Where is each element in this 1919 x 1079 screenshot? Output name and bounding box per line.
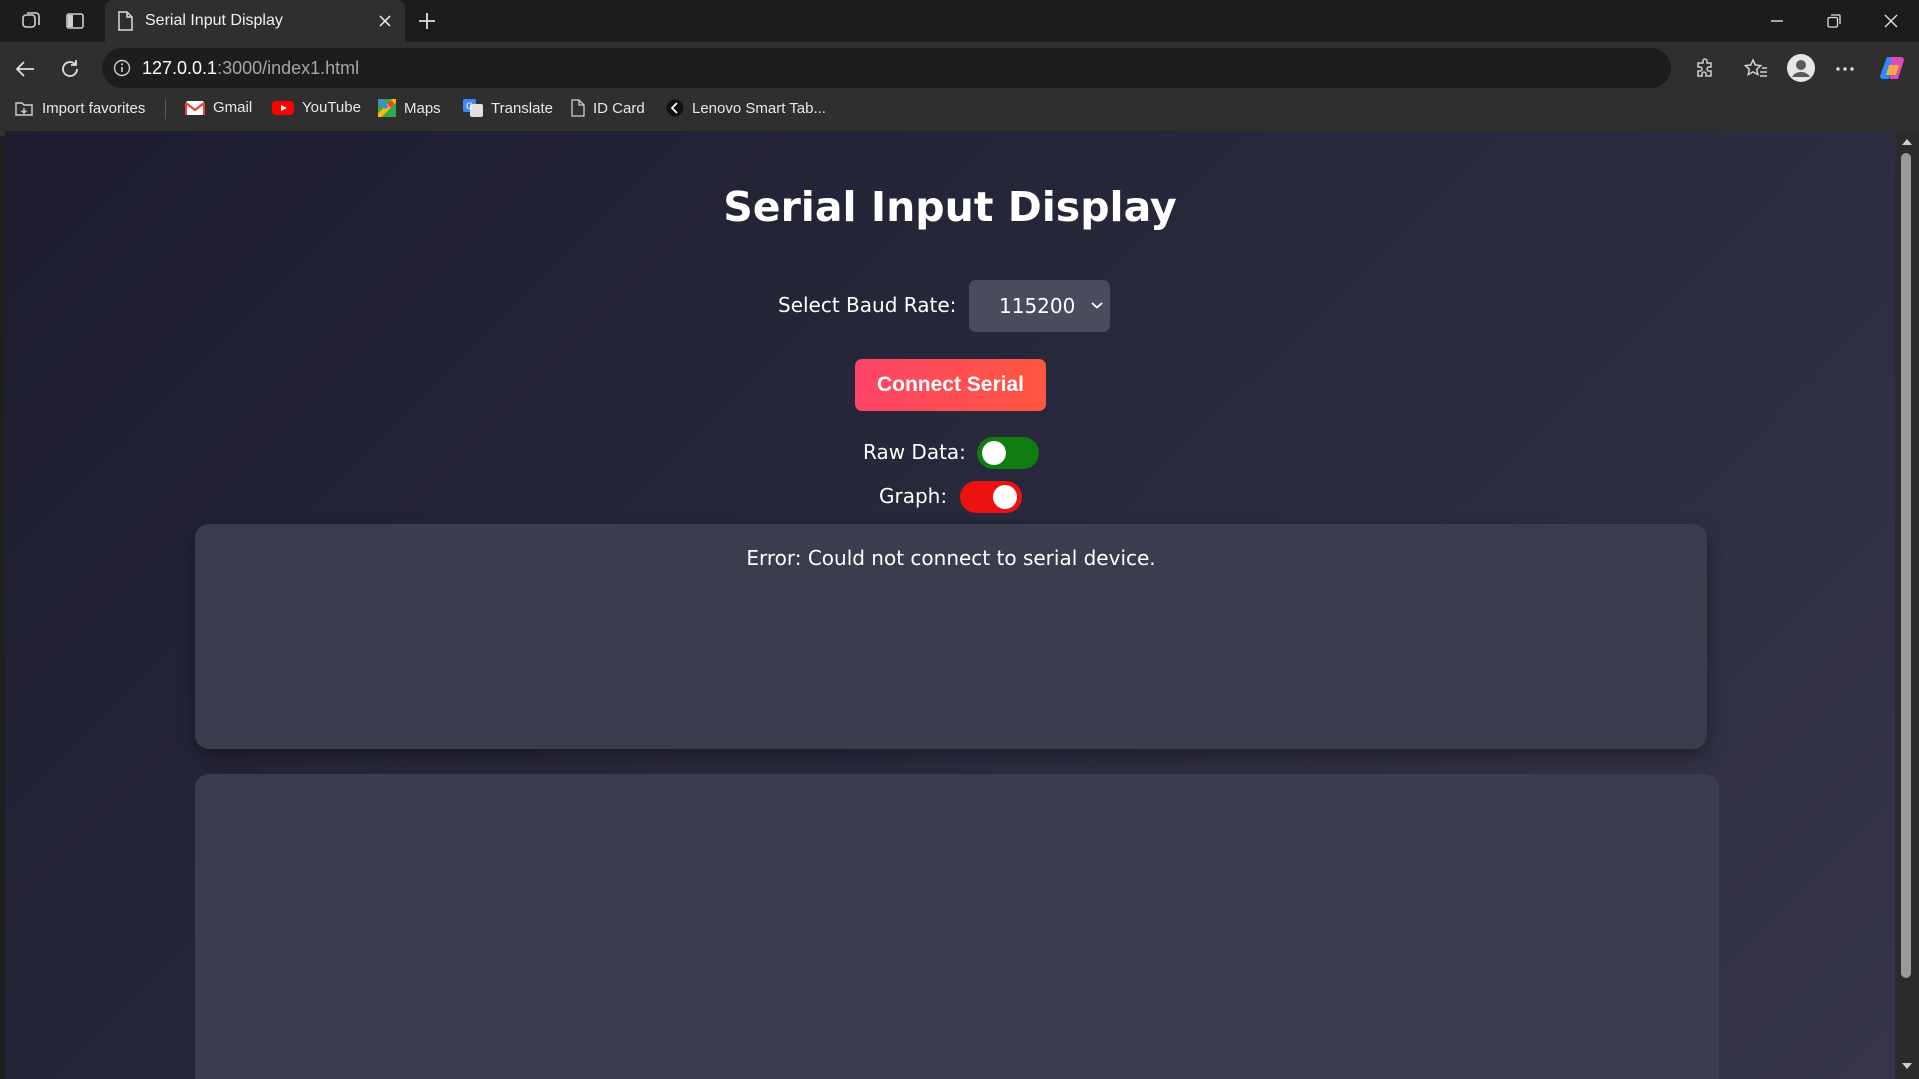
browser-title-bar: Serial Input Display [0,0,1919,42]
workspaces-icon[interactable] [18,9,44,33]
page-icon [571,99,585,117]
copilot-icon[interactable] [1877,52,1909,84]
active-tab[interactable]: Serial Input Display [105,0,405,42]
bookmark-youtube[interactable]: YouTube [272,99,361,116]
scroll-down-icon[interactable] [1901,1061,1913,1071]
graph-panel [195,774,1719,1079]
baud-rate-select[interactable]: 115200 [969,280,1110,332]
vertical-tabs-icon[interactable] [62,9,88,33]
bookmark-maps[interactable]: Maps [378,99,441,117]
more-options-icon[interactable] [1830,54,1860,84]
scroll-up-icon[interactable] [1901,137,1913,147]
raw-data-toggle[interactable] [977,437,1039,469]
restore-icon[interactable] [1820,10,1848,32]
bookmark-divider [165,99,166,119]
youtube-icon [272,100,294,116]
url-path: :3000/index1.html [217,58,360,78]
profile-avatar[interactable] [1785,52,1817,84]
baud-rate-value: 115200 [999,294,1076,318]
raw-data-label: Raw Data: [863,440,966,464]
error-message: Error: Could not connect to serial devic… [746,546,1156,570]
translate-icon: G [463,99,483,117]
bookmark-id-card[interactable]: ID Card [571,99,645,117]
toggle-knob [993,485,1017,509]
page-title: Serial Input Display [723,183,1177,231]
extensions-icon[interactable] [1690,54,1720,84]
toggle-knob [982,441,1006,465]
bookmark-import-favorites[interactable]: Import favorites [14,99,145,117]
bookmark-gmail[interactable]: Gmail [185,99,252,116]
bookmark-label: Lenovo Smart Tab... [692,99,826,117]
bookmark-label: Translate [491,99,553,117]
bookmark-label: Gmail [213,99,253,116]
close-window-icon[interactable] [1877,10,1905,32]
bookmark-translate[interactable]: G Translate [463,99,553,117]
graph-label: Graph: [879,484,948,508]
bookmark-label: Maps [404,99,441,117]
minimize-icon[interactable] [1763,10,1791,32]
refresh-icon[interactable] [55,54,85,84]
bookmark-label: YouTube [302,99,361,116]
address-bar[interactable]: 127.0.0.1:3000/index1.html [102,48,1671,88]
bookmark-label: Import favorites [42,99,146,117]
import-icon [14,99,34,117]
graph-toggle[interactable] [960,481,1022,513]
url-text[interactable]: 127.0.0.1:3000/index1.html [142,58,359,79]
connect-serial-button[interactable]: Connect Serial [855,359,1046,411]
favorites-icon[interactable] [1741,54,1771,84]
tab-title: Serial Input Display [145,12,283,29]
bookmark-lenovo[interactable]: Lenovo Smart Tab... [666,99,826,117]
new-tab-icon[interactable] [414,8,440,34]
page-icon [115,10,135,32]
scrollbar-thumb[interactable] [1901,153,1911,978]
raw-data-output-panel: Error: Could not connect to serial devic… [195,524,1707,749]
baud-rate-label: Select Baud Rate: [778,293,957,317]
site-info-icon[interactable] [112,58,132,78]
page-viewport: Serial Input Display Select Baud Rate: 1… [5,131,1895,1079]
url-host: 127.0.0.1 [142,58,218,78]
maps-icon [378,99,396,117]
lenovo-icon [666,99,684,117]
close-tab-icon[interactable] [375,11,395,31]
chevron-down-icon [1091,300,1103,310]
gmail-icon [185,100,205,116]
svg-text:G: G [466,102,473,112]
back-icon[interactable] [10,54,40,84]
bookmark-label: ID Card [593,99,645,117]
